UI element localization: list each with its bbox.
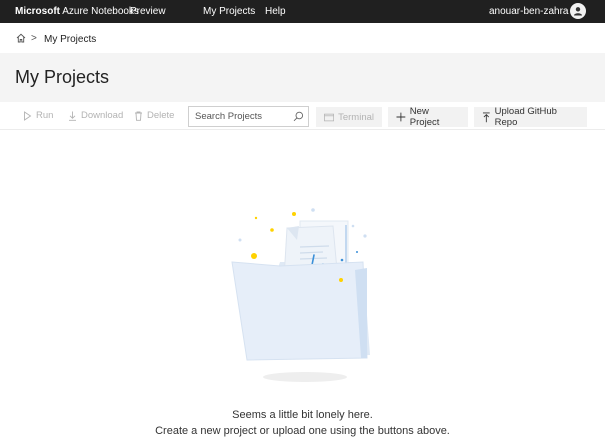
sparkle-4 bbox=[339, 278, 343, 282]
terminal-button[interactable]: Terminal bbox=[316, 107, 382, 127]
top-app-bar: Microsoft Azure Notebooks Preview My Pro… bbox=[0, 0, 605, 23]
new-project-label: New Project bbox=[409, 106, 440, 128]
page-title: My Projects bbox=[15, 67, 110, 87]
folder-shadow bbox=[263, 372, 347, 382]
download-label: Download bbox=[81, 110, 124, 121]
search-icon[interactable] bbox=[293, 111, 304, 122]
new-project-button[interactable]: New Project bbox=[388, 106, 468, 128]
empty-folder-illustration bbox=[231, 208, 370, 382]
sparkle-11 bbox=[356, 251, 358, 253]
empty-state-line1: Seems a little bit lonely here. bbox=[232, 409, 373, 421]
delete-button[interactable]: Delete bbox=[134, 110, 174, 121]
upload-label: Upload GitHub Repo bbox=[494, 106, 557, 128]
breadcrumb-current: My Projects bbox=[44, 34, 97, 45]
username[interactable]: anouar-ben-zahra bbox=[489, 6, 569, 17]
sparkle-10 bbox=[340, 258, 344, 262]
terminal-icon bbox=[324, 113, 335, 121]
sparkle-6 bbox=[238, 238, 242, 242]
delete-label: Delete bbox=[147, 110, 175, 121]
home-icon bbox=[16, 33, 26, 43]
preview-label: Preview bbox=[130, 6, 166, 17]
brand-bold: Microsoft bbox=[15, 6, 60, 17]
nav-help[interactable]: Help bbox=[265, 6, 286, 17]
brand-logo-text[interactable]: Microsoft Azure Notebooks bbox=[15, 6, 139, 17]
play-icon bbox=[24, 110, 32, 121]
user-icon bbox=[574, 7, 582, 16]
search-box bbox=[188, 106, 309, 127]
upload-github-button[interactable]: Upload GitHub Repo bbox=[474, 106, 587, 128]
sparkle-9 bbox=[351, 224, 355, 228]
run-label: Run bbox=[36, 110, 54, 121]
toolbar: Run Download Delete Terminal New Project… bbox=[0, 102, 605, 130]
upload-icon bbox=[482, 111, 490, 122]
download-button[interactable]: Download bbox=[68, 110, 123, 121]
sparkle-8 bbox=[363, 234, 367, 238]
empty-state-line2: Create a new project or upload one using… bbox=[155, 425, 450, 437]
trash-icon bbox=[135, 111, 142, 121]
terminal-label: Terminal bbox=[338, 111, 374, 123]
breadcrumb-separator: > bbox=[31, 33, 37, 44]
sparkle-5 bbox=[254, 216, 258, 220]
nav-my-projects[interactable]: My Projects bbox=[203, 6, 255, 17]
plus-icon bbox=[396, 112, 406, 122]
run-button[interactable]: Run bbox=[23, 110, 53, 121]
folder-front-panel bbox=[231, 261, 368, 361]
sparkle-2 bbox=[270, 228, 274, 232]
search-input[interactable] bbox=[189, 107, 289, 126]
brand-rest: Azure Notebooks bbox=[60, 6, 139, 17]
avatar[interactable] bbox=[570, 3, 586, 19]
sparkle-3 bbox=[292, 212, 296, 216]
breadcrumb-home[interactable] bbox=[16, 33, 26, 46]
sparkle-7 bbox=[311, 208, 315, 212]
download-icon bbox=[69, 111, 76, 121]
title-bar: My Projects bbox=[0, 53, 605, 102]
breadcrumb: > My Projects bbox=[0, 23, 605, 53]
sparkle-1 bbox=[251, 253, 257, 259]
